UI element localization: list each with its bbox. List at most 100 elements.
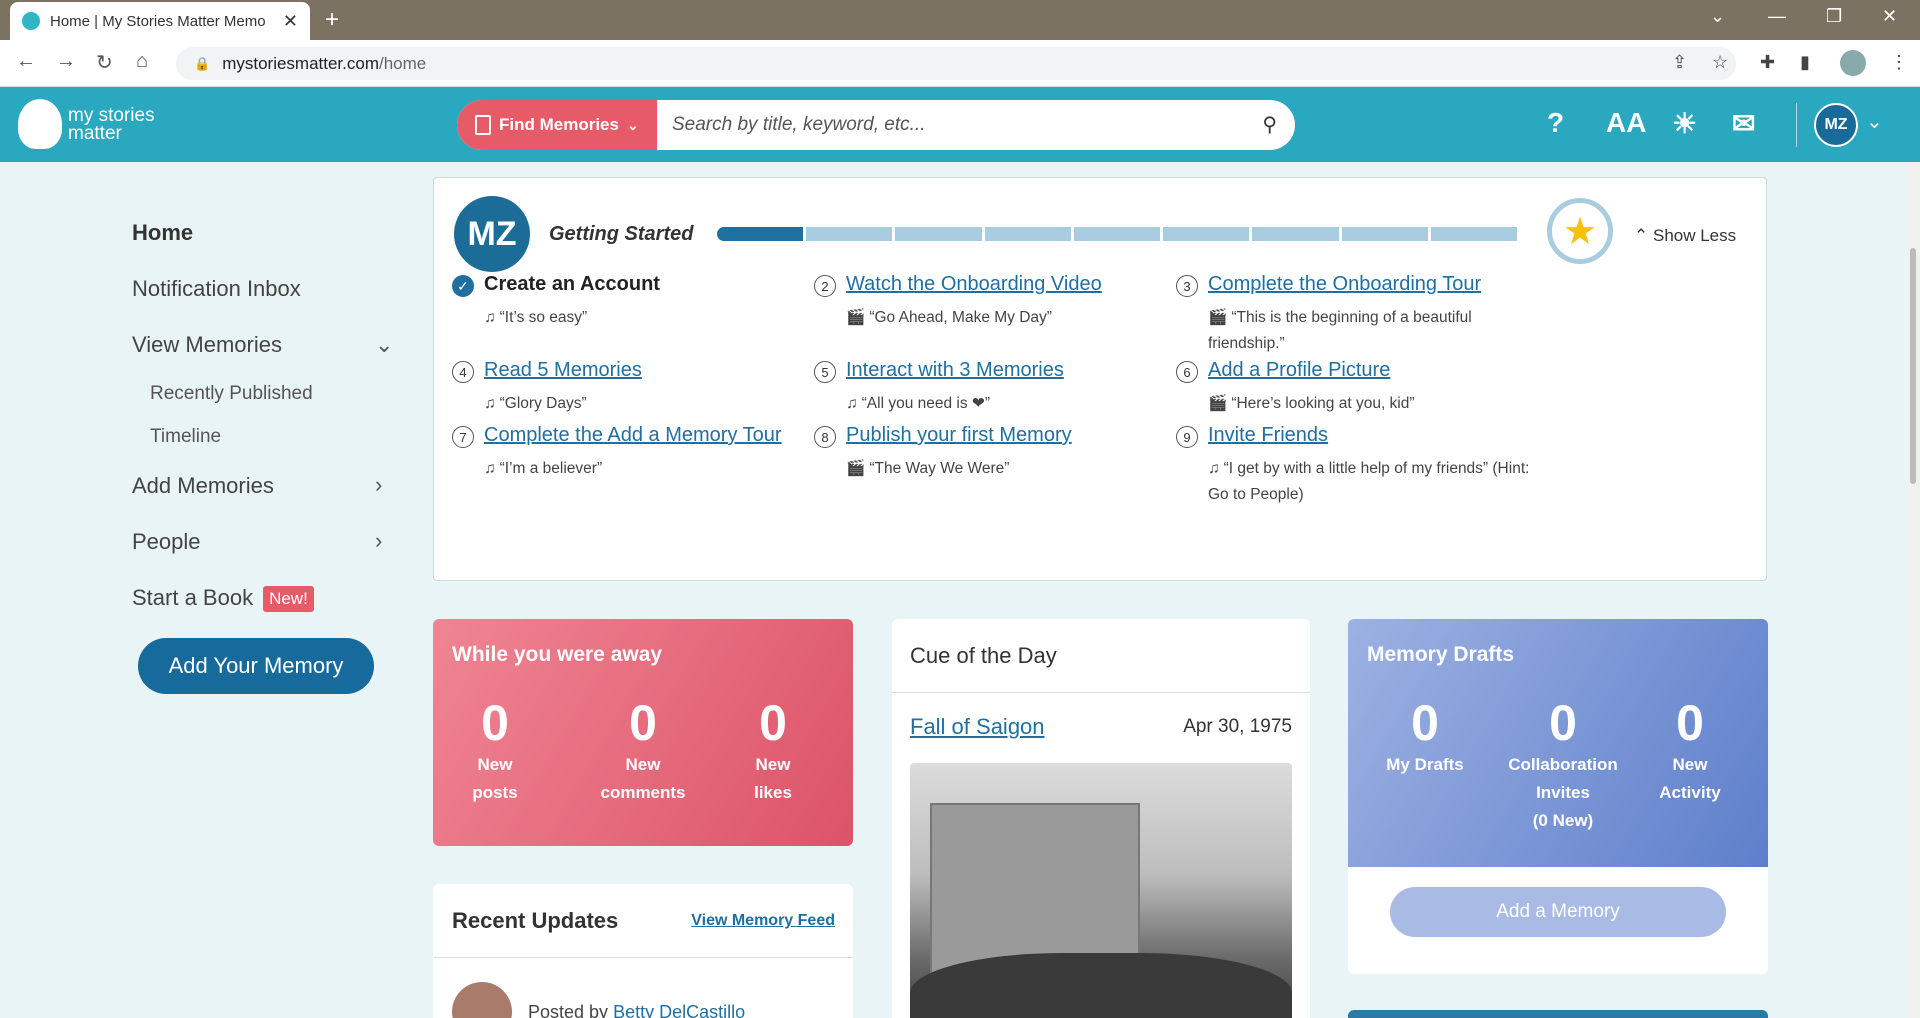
- clapperboard-icon: 🎬: [846, 309, 866, 326]
- music-note-icon: ♫: [484, 395, 496, 412]
- cue-event-link[interactable]: Fall of Saigon: [910, 714, 1045, 740]
- chevron-down-icon[interactable]: ⌄: [375, 332, 393, 358]
- new-tab-icon[interactable]: +: [325, 6, 339, 34]
- search-icon[interactable]: ⚲: [1262, 112, 1277, 137]
- restore-icon[interactable]: ❐: [1826, 6, 1842, 27]
- chevron-right-icon[interactable]: ›: [375, 472, 382, 498]
- stat-label: posts: [472, 783, 518, 802]
- logo-icon[interactable]: [18, 99, 62, 149]
- user-avatar[interactable]: MZ: [1814, 103, 1858, 147]
- mail-icon[interactable]: ✉: [1732, 107, 1755, 140]
- cue-of-day-card: Cue of the Day Fall of Saigon Apr 30, 19…: [892, 619, 1310, 1018]
- recent-updates-card: Recent Updates View Memory Feed Posted b…: [433, 884, 853, 1018]
- help-icon[interactable]: ?: [1547, 107, 1564, 139]
- add-your-memory-button[interactable]: Add Your Memory: [138, 638, 374, 694]
- browser-toolbar: ← → ↻ ⌂ 🔒 mystoriesmatter.com/home ⇪ ☆ ✚…: [0, 40, 1920, 87]
- task-title[interactable]: Invite Friends: [1208, 424, 1328, 447]
- task-title[interactable]: Watch the Onboarding Video: [846, 273, 1102, 296]
- share-icon[interactable]: ⇪: [1672, 52, 1687, 73]
- sidebar-item-timeline[interactable]: Timeline: [150, 426, 221, 448]
- author-link[interactable]: Betty DelCastillo: [613, 1002, 745, 1018]
- posted-by: Posted by Betty DelCastillo: [528, 1002, 745, 1018]
- user-menu-chevron-icon[interactable]: ⌄: [1866, 109, 1883, 134]
- browser-profile-avatar[interactable]: [1840, 50, 1866, 76]
- stat-collaboration-invites[interactable]: 0 Collaboration Invites (0 New): [1498, 695, 1628, 835]
- task-cue: ♫ “All you need is ❤”: [846, 391, 1176, 417]
- getting-started-card: MZ Getting Started ★ ⌃ Show Less ✓ Create…: [433, 177, 1767, 581]
- stat-new-posts[interactable]: 0 New posts: [435, 695, 555, 807]
- search-bar: Find Memories ⌄ ⚲: [457, 100, 1295, 150]
- task-cue: 🎬 “The Way We Were”: [846, 456, 1176, 482]
- stat-label: likes: [754, 783, 792, 802]
- progress-segment: [895, 227, 982, 241]
- find-memories-dropdown[interactable]: Find Memories ⌄: [457, 100, 657, 150]
- task-cue-text: “The Way We Were”: [869, 460, 1010, 477]
- music-note-icon: ♫: [484, 309, 496, 326]
- window-close-icon[interactable]: ✕: [1882, 6, 1897, 27]
- home-icon[interactable]: ⌂: [136, 50, 148, 73]
- chevron-right-icon[interactable]: ›: [375, 528, 382, 554]
- check-icon: ✓: [452, 275, 474, 297]
- task-title[interactable]: Interact with 3 Memories: [846, 359, 1064, 382]
- task-title[interactable]: Publish your first Memory: [846, 424, 1072, 447]
- getting-started-title: Getting Started: [549, 223, 694, 245]
- browser-tab[interactable]: Home | My Stories Matter Memo ✕: [10, 2, 310, 40]
- progress-segment: [1073, 227, 1161, 241]
- side-panel-icon[interactable]: ▮: [1800, 52, 1810, 73]
- font-size-icon[interactable]: AA: [1606, 107, 1646, 139]
- task-number: 8: [814, 426, 836, 448]
- show-less-toggle[interactable]: ⌃ Show Less: [1634, 226, 1736, 246]
- task-title[interactable]: Read 5 Memories: [484, 359, 642, 382]
- sidebar-item-add-memories[interactable]: Add Memories: [132, 473, 274, 499]
- sidebar-item-recently-published[interactable]: Recently Published: [150, 383, 313, 405]
- favicon-icon: [22, 12, 40, 30]
- stat-new-comments[interactable]: 0 New comments: [583, 695, 703, 807]
- close-tab-icon[interactable]: ✕: [283, 11, 298, 32]
- stat-value: 0: [1549, 695, 1577, 751]
- browser-menu-icon[interactable]: ⋮: [1890, 52, 1908, 73]
- scrollbar-thumb[interactable]: [1910, 248, 1916, 484]
- divider: [433, 957, 853, 958]
- cue-of-day-title: Cue of the Day: [910, 643, 1057, 668]
- stat-my-drafts[interactable]: 0 My Drafts: [1365, 695, 1485, 779]
- stat-new-activity[interactable]: 0 New Activity: [1630, 695, 1750, 807]
- task-title[interactable]: Complete the Onboarding Tour: [1208, 273, 1481, 296]
- tab-search-icon[interactable]: ⌄: [1710, 6, 1725, 27]
- task-cue: ♫ “It’s so easy”: [484, 305, 814, 331]
- task-title[interactable]: Add a Profile Picture: [1208, 359, 1390, 382]
- minimize-icon[interactable]: —: [1768, 6, 1786, 27]
- progress-segment: [717, 227, 804, 241]
- logo-text[interactable]: my stories matter: [68, 106, 155, 143]
- sidebar-item-inbox[interactable]: Notification Inbox: [132, 276, 301, 302]
- sidebar-item-start-book[interactable]: Start a Book New!: [132, 585, 314, 613]
- lightbulb-icon[interactable]: ☀: [1672, 107, 1697, 140]
- bookmark-star-icon[interactable]: ☆: [1712, 52, 1728, 73]
- stat-label: My Drafts: [1386, 755, 1464, 774]
- search-input[interactable]: [672, 100, 1232, 150]
- clapperboard-icon: 🎬: [1208, 309, 1228, 326]
- stat-value: 0: [1411, 695, 1439, 751]
- page-scrollbar[interactable]: [1906, 162, 1920, 1018]
- sidebar-item-home[interactable]: Home: [132, 220, 193, 246]
- view-memory-feed-link[interactable]: View Memory Feed: [691, 912, 835, 930]
- cue-event-photo[interactable]: [910, 763, 1292, 1018]
- sidebar-item-view-memories[interactable]: View Memories: [132, 332, 282, 358]
- sidebar-item-people[interactable]: People: [132, 529, 201, 555]
- stat-new-likes[interactable]: 0 New likes: [713, 695, 833, 807]
- stat-label: New: [477, 755, 513, 774]
- task-number: 3: [1176, 275, 1198, 297]
- while-away-card: While you were away 0 New posts 0 New co…: [433, 619, 853, 846]
- show-less-label: Show Less: [1652, 226, 1737, 245]
- address-bar[interactable]: 🔒 mystoriesmatter.com/home: [176, 47, 1736, 80]
- task-title[interactable]: Complete the Add a Memory Tour: [484, 424, 782, 447]
- progress-segment: [1252, 227, 1339, 241]
- back-icon[interactable]: ←: [16, 50, 36, 73]
- forward-icon[interactable]: →: [56, 50, 76, 73]
- extensions-icon[interactable]: ✚: [1760, 52, 1775, 73]
- reload-icon[interactable]: ↻: [96, 50, 113, 75]
- stat-label: New: [625, 755, 661, 774]
- memory-drafts-title: Memory Drafts: [1367, 643, 1515, 666]
- add-a-memory-button[interactable]: Add a Memory: [1390, 887, 1726, 937]
- lock-icon: 🔒: [194, 55, 211, 71]
- author-avatar[interactable]: [452, 982, 512, 1018]
